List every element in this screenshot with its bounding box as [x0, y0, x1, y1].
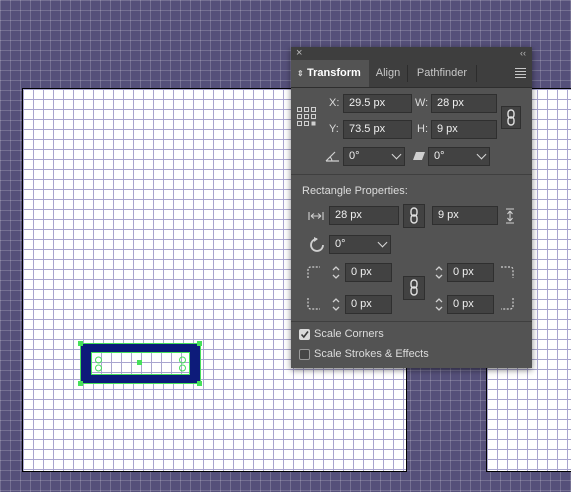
tab-pathfinder[interactable]: Pathfinder [408, 60, 476, 87]
width-icon [308, 212, 324, 220]
width-field[interactable]: 28 px [431, 94, 497, 113]
y-label: Y: [329, 123, 339, 135]
tab-align[interactable]: Align [369, 60, 407, 87]
y-position-field[interactable]: 73.5 px [343, 120, 412, 139]
selection-center-point [137, 360, 142, 365]
selection-handle-bottom-left[interactable] [78, 381, 83, 386]
scale-strokes-label[interactable]: Scale Strokes & Effects [314, 345, 429, 364]
stepper-icon[interactable] [434, 295, 444, 314]
corner-widget-icon-left[interactable] [94, 355, 103, 373]
tab-transform-label: Transform [307, 67, 361, 79]
scale-corners-label[interactable]: Scale Corners [314, 325, 384, 344]
tab-align-label: Align [375, 67, 401, 79]
stepper-icon[interactable] [331, 295, 341, 314]
panel-titlebar[interactable]: × ‹‹ [291, 47, 532, 60]
corner-top-left-icon[interactable] [306, 265, 322, 279]
selection-handle-bottom-right[interactable] [197, 381, 202, 386]
rotate-icon [310, 237, 324, 252]
corner-top-left-field[interactable]: 0 px [345, 263, 392, 282]
chevron-down-icon [377, 237, 388, 248]
section-divider [291, 321, 532, 322]
corner-bottom-left-icon[interactable] [306, 297, 322, 311]
rotate-angle-dropdown[interactable]: 0° [343, 147, 405, 166]
corner-bottom-right-icon[interactable] [500, 297, 516, 311]
tab-transform[interactable]: ⇕ Transform [291, 60, 369, 87]
rect-height-field[interactable]: 9 px [432, 206, 498, 225]
selection-handle-top-left[interactable] [78, 341, 83, 346]
stepper-icon[interactable] [434, 263, 444, 282]
selection-handle-top-right[interactable] [197, 341, 202, 346]
rect-rotation-value: 0° [335, 238, 346, 250]
link-icon [507, 109, 515, 126]
rect-rotation-dropdown[interactable]: 0° [329, 235, 391, 254]
link-corners-button[interactable] [403, 276, 425, 300]
transform-panel: × ‹‹ ⇕ Transform Align Pathfinder X: 29.… [291, 47, 532, 368]
tab-arrows-icon: ⇕ [297, 69, 304, 78]
rectangle-properties-title: Rectangle Properties: [302, 185, 408, 197]
reference-point-icon[interactable] [297, 107, 317, 127]
height-field[interactable]: 9 px [431, 120, 497, 139]
section-divider [291, 174, 532, 175]
tab-pathfinder-label: Pathfinder [416, 67, 468, 79]
panel-menu-icon[interactable] [515, 68, 526, 79]
corner-top-right-field[interactable]: 0 px [447, 263, 494, 282]
x-label: X: [329, 97, 340, 109]
tab-divider [476, 65, 477, 82]
rotate-angle-value: 0° [349, 150, 360, 162]
checkmark-icon [300, 331, 309, 339]
link-icon [410, 207, 418, 224]
shear-angle-value: 0° [434, 150, 445, 162]
shear-angle-dropdown[interactable]: 0° [428, 147, 490, 166]
corner-bottom-left-field[interactable]: 0 px [345, 295, 392, 314]
chevron-down-icon [476, 149, 487, 160]
scale-corners-checkbox[interactable] [299, 329, 310, 340]
angle-icon [325, 151, 339, 162]
shear-icon [413, 152, 425, 160]
stepper-icon[interactable] [331, 263, 341, 282]
height-icon [506, 208, 514, 224]
h-label: H: [417, 123, 428, 135]
collapse-icon[interactable]: ‹‹ [520, 47, 526, 60]
scale-strokes-checkbox[interactable] [299, 349, 310, 360]
link-icon [410, 279, 418, 296]
rect-width-field[interactable]: 28 px [329, 206, 399, 225]
corner-top-right-icon[interactable] [500, 265, 516, 279]
close-icon[interactable]: × [296, 47, 302, 60]
link-rect-dimensions-button[interactable] [403, 204, 425, 228]
corner-widget-icon-right[interactable] [178, 355, 187, 373]
x-position-field[interactable]: 29.5 px [343, 94, 412, 113]
constrain-proportions-button[interactable] [501, 106, 521, 129]
corner-bottom-right-field[interactable]: 0 px [447, 295, 494, 314]
w-label: W: [415, 97, 429, 109]
chevron-down-icon [391, 149, 402, 160]
panel-tabbar: ⇕ Transform Align Pathfinder [291, 60, 532, 88]
